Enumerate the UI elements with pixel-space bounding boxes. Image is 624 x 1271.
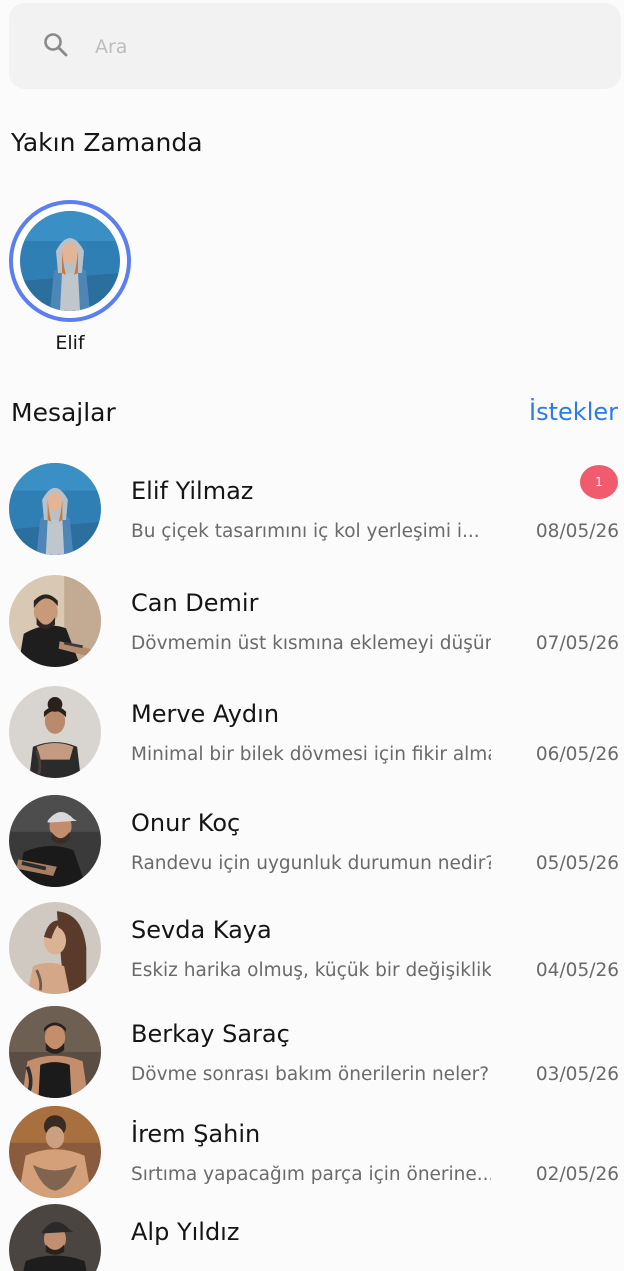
chat-row[interactable]: Onur Koç Randevu için uygunluk durumun n… bbox=[0, 795, 624, 903]
chat-preview: Dövmemin üst kısmına eklemeyi düşündüğün… bbox=[131, 633, 491, 654]
chat-row[interactable]: Can Demir Dövmemin üst kısmına eklemeyi … bbox=[0, 575, 624, 683]
chat-preview: Sırtıma yapacağım parça için önerine... bbox=[131, 1164, 491, 1185]
avatar bbox=[9, 902, 101, 994]
chat-name: Berkay Saraç bbox=[131, 1020, 290, 1048]
chat-date: 06/05/26 bbox=[535, 744, 619, 765]
chat-name: İrem Şahin bbox=[131, 1120, 261, 1148]
unread-badge: 1 bbox=[580, 465, 618, 499]
avatar bbox=[9, 795, 101, 887]
chat-row[interactable]: İrem Şahin Sırtıma yapacağım parça için … bbox=[0, 1106, 624, 1214]
requests-link[interactable]: İstekler bbox=[529, 398, 618, 426]
avatar bbox=[9, 463, 101, 555]
avatar bbox=[9, 686, 101, 778]
avatar bbox=[20, 211, 120, 311]
search-bar[interactable] bbox=[9, 3, 621, 89]
chat-date: 04/05/26 bbox=[535, 960, 619, 981]
chat-preview: Eskiz harika olmuş, küçük bir değişiklik… bbox=[131, 960, 491, 981]
story-name: Elif bbox=[55, 332, 85, 354]
search-input[interactable] bbox=[95, 25, 595, 69]
recent-section-title: Yakın Zamanda bbox=[11, 128, 203, 157]
chat-date: 02/05/26 bbox=[535, 1164, 619, 1185]
chat-row[interactable]: Merve Aydın Minimal bir bilek dövmesi iç… bbox=[0, 686, 624, 794]
story-item-elif[interactable]: Elif bbox=[9, 200, 131, 360]
chat-date: 03/05/26 bbox=[535, 1064, 619, 1085]
chat-name: Onur Koç bbox=[131, 809, 241, 837]
chat-name: Merve Aydın bbox=[131, 700, 280, 728]
chat-row[interactable]: Elif Yilmaz 1 Bu çiçek tasarımını iç kol… bbox=[0, 463, 624, 571]
chat-row[interactable]: Sevda Kaya Eskiz harika olmuş, küçük bir… bbox=[0, 902, 624, 1010]
chat-row[interactable]: Alp Yıldız bbox=[0, 1204, 624, 1271]
avatar bbox=[9, 1204, 101, 1271]
chat-row[interactable]: Berkay Saraç Dövme sonrası bakım önerile… bbox=[0, 1006, 624, 1114]
chat-date: 08/05/26 bbox=[535, 521, 619, 542]
chat-preview: Dövme sonrası bakım önerilerin neler? bbox=[131, 1064, 490, 1085]
chat-preview: Randevu için uygunluk durumun nedir? bbox=[131, 853, 491, 874]
avatar bbox=[9, 575, 101, 667]
chat-name: Can Demir bbox=[131, 589, 259, 617]
chat-name: Elif Yilmaz bbox=[131, 477, 254, 505]
chat-name: Alp Yıldız bbox=[131, 1218, 240, 1246]
chat-date: 07/05/26 bbox=[535, 633, 619, 654]
chat-name: Sevda Kaya bbox=[131, 916, 272, 944]
chat-preview: Bu çiçek tasarımını iç kol yerleşimi i..… bbox=[131, 521, 480, 542]
messages-section-title: Mesajlar bbox=[11, 398, 116, 427]
chat-preview: Minimal bir bilek dövmesi için fikir alm… bbox=[131, 744, 491, 765]
search-icon bbox=[41, 30, 71, 60]
messages-screen: Yakın Zamanda Elif Mesajlar İstekler bbox=[0, 0, 624, 1271]
avatar bbox=[9, 1006, 101, 1098]
chat-date: 05/05/26 bbox=[535, 853, 619, 874]
story-ring bbox=[9, 200, 131, 322]
avatar bbox=[9, 1106, 101, 1198]
